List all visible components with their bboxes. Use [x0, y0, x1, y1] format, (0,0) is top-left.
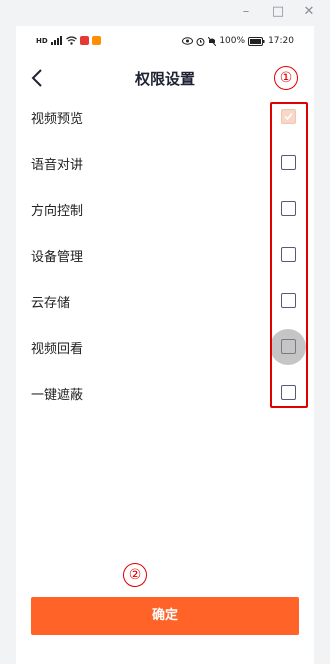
battery-percent: 100%	[219, 36, 246, 46]
permission-label: 一键遮蔽	[31, 388, 84, 403]
permission-label: 视频预览	[31, 112, 84, 127]
alarm-icon	[196, 37, 205, 46]
hd-icon: HD	[36, 36, 48, 45]
permission-label: 语音对讲	[31, 158, 84, 173]
permission-label: 设备管理	[31, 250, 84, 265]
annotation-highlight-box	[270, 102, 308, 408]
page-title: 权限设置	[134, 70, 195, 88]
status-time: 17:20	[268, 36, 294, 46]
battery-icon	[248, 36, 265, 46]
nav-bar: 权限设置	[16, 60, 314, 96]
permission-label: 方向控制	[31, 204, 84, 219]
app-icon-red	[79, 36, 89, 45]
signal-icon	[50, 36, 62, 45]
permission-label: 视频回看	[31, 342, 84, 357]
status-bar: HD 100% 17:20	[16, 26, 314, 60]
wifi-icon	[65, 36, 77, 45]
maximize-icon[interactable]: □	[268, 3, 288, 21]
app-window: – □ ✕ HD 100% 17:20 权限设置 视频预览 语音对讲 方向控制 …	[0, 0, 330, 664]
confirm-button[interactable]: 确定	[31, 597, 299, 635]
minimize-icon[interactable]: –	[236, 3, 256, 21]
mute-icon	[208, 36, 217, 46]
app-icon-orange	[91, 36, 101, 45]
phone-screen: HD 100% 17:20 权限设置 视频预览 语音对讲 方向控制 设备管理 云…	[16, 26, 314, 664]
permission-label: 云存储	[31, 296, 71, 311]
annotation-marker-2: ②	[123, 563, 147, 587]
close-icon[interactable]: ✕	[299, 3, 319, 21]
annotation-marker-1: ①	[274, 66, 298, 90]
eye-icon	[182, 37, 194, 45]
window-controls: – □ ✕	[0, 0, 330, 24]
